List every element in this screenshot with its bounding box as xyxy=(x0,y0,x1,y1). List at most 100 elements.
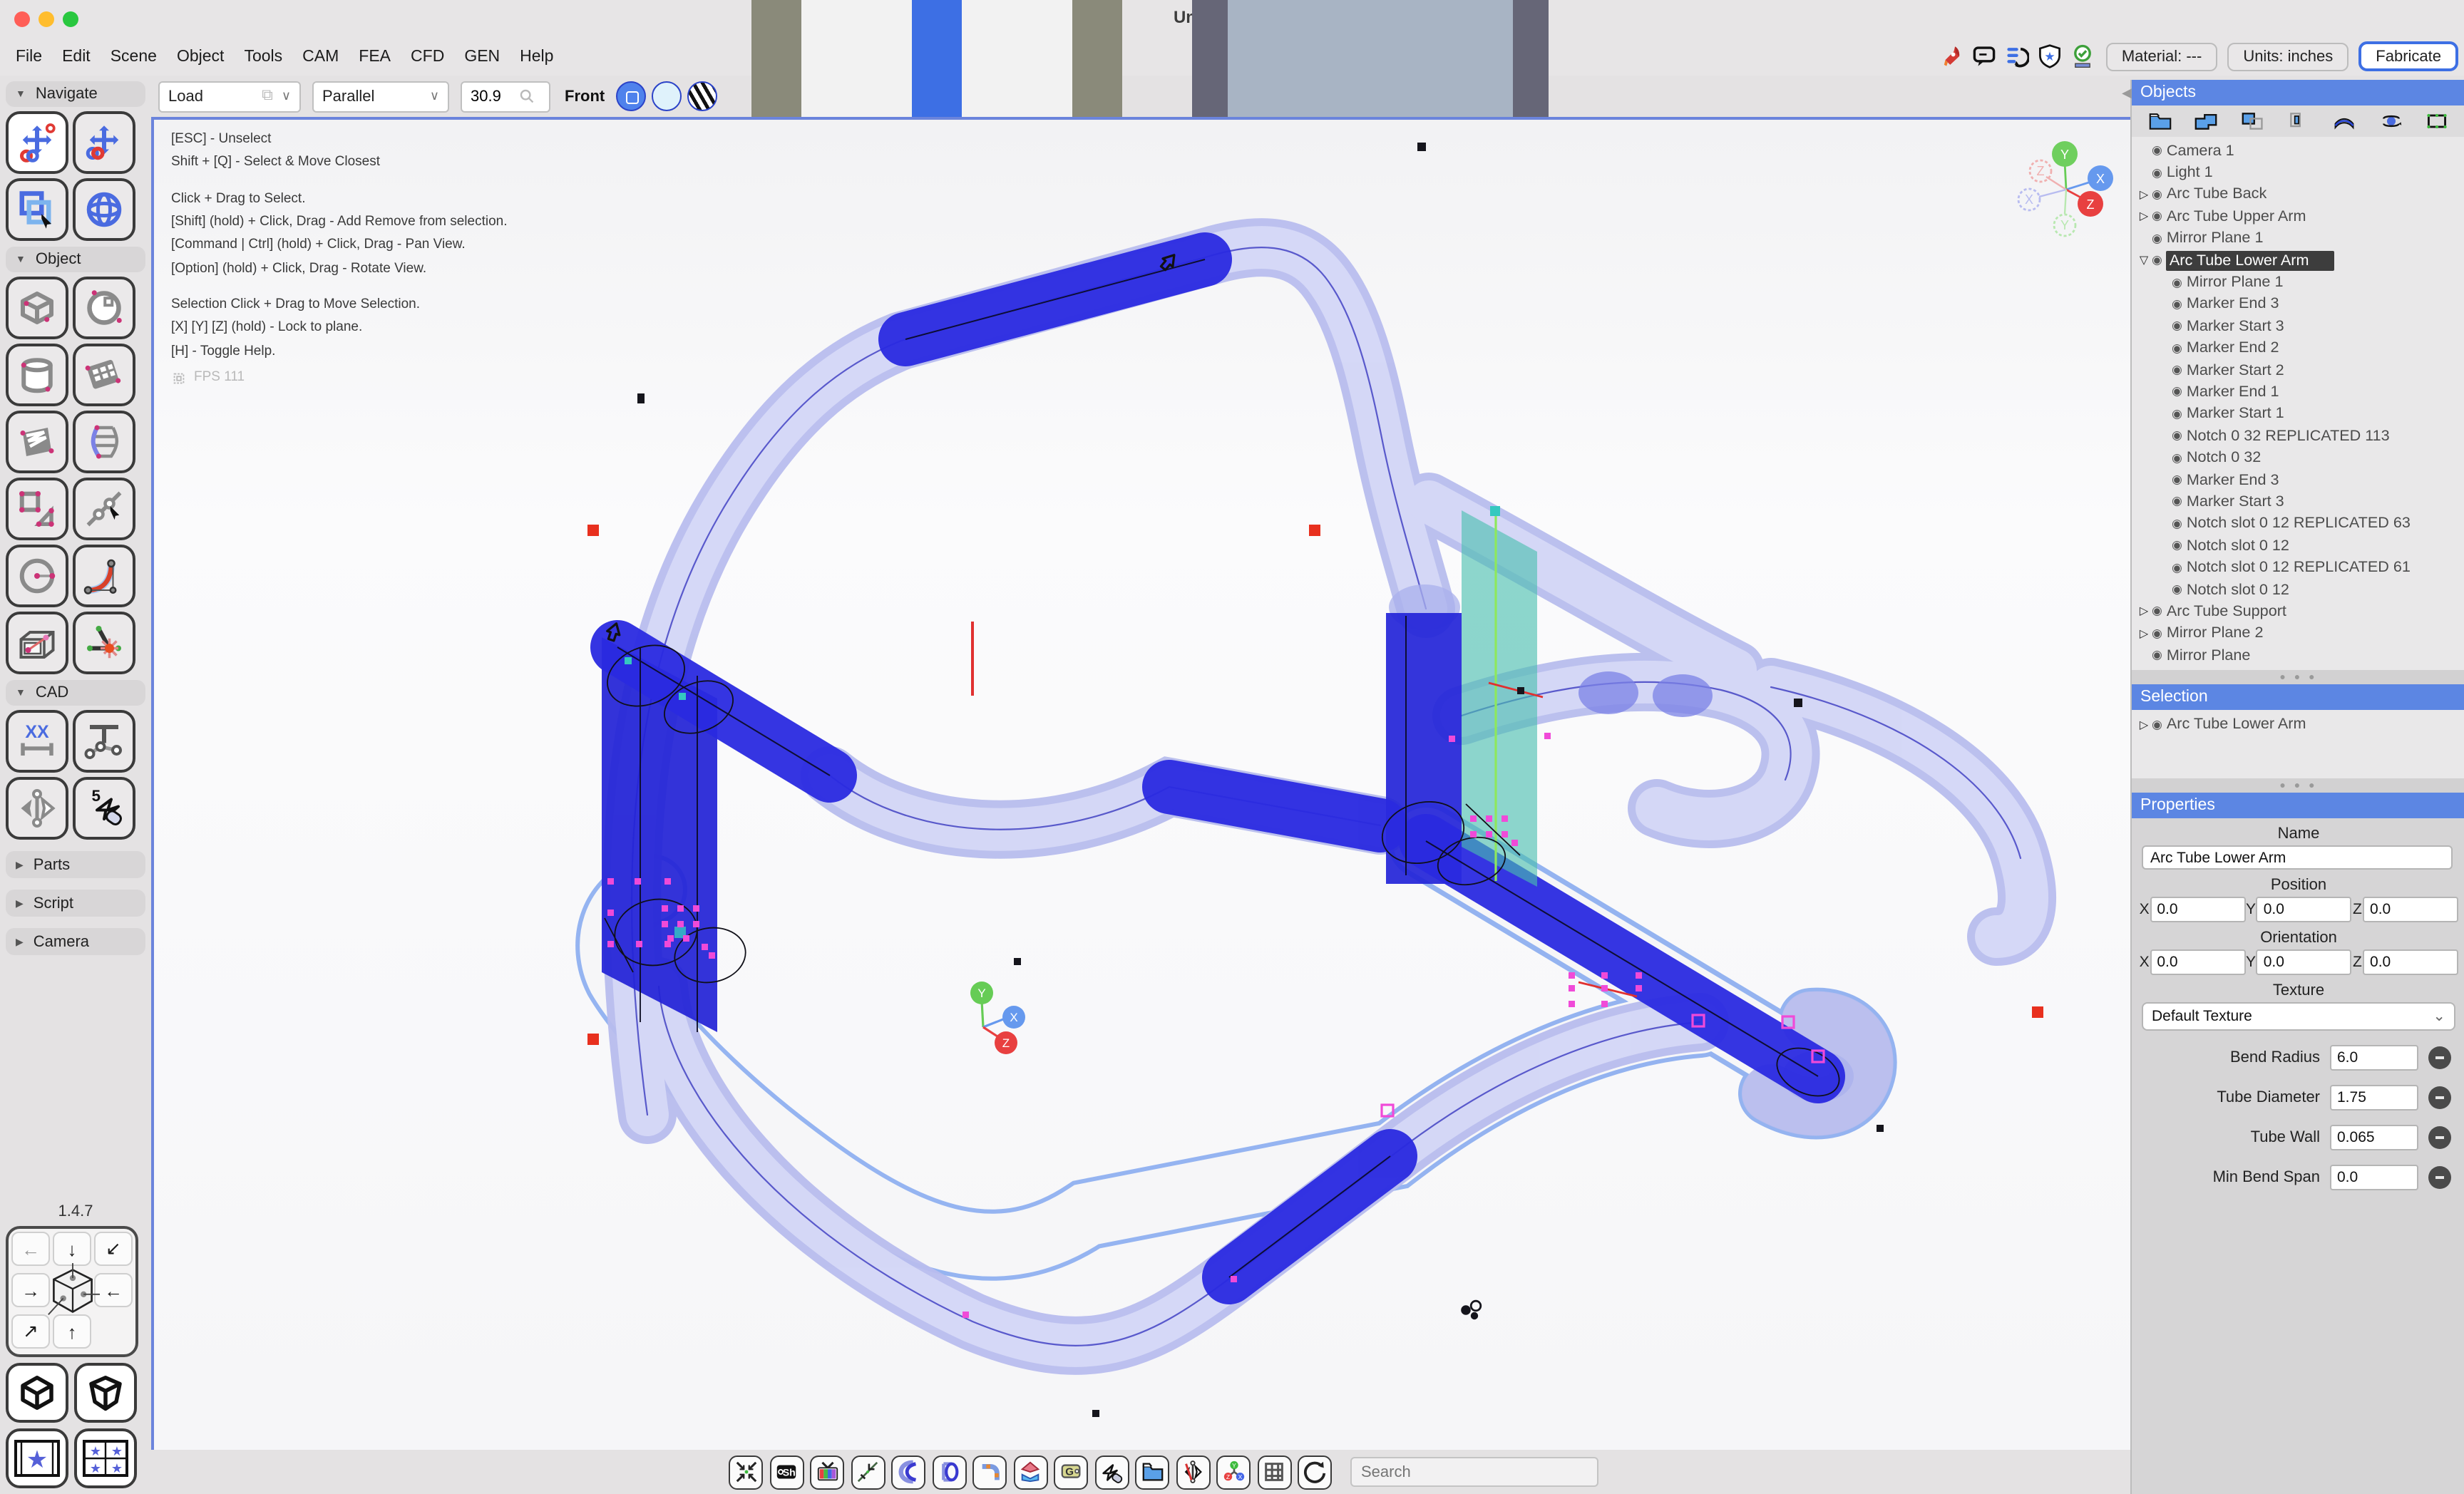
circle-tool[interactable] xyxy=(6,545,68,607)
cube-solid-view-icon[interactable] xyxy=(6,1363,68,1423)
menu-item[interactable]: Tools xyxy=(244,48,282,65)
param-knob[interactable] xyxy=(2428,1087,2451,1110)
tree-row[interactable]: ◉Notch slot 0 12 xyxy=(2132,579,2464,601)
nav-right-button[interactable]: → xyxy=(11,1273,50,1307)
name-input[interactable] xyxy=(2142,846,2453,870)
fit-view-icon[interactable] xyxy=(729,1455,763,1489)
menu-item[interactable]: GEN xyxy=(464,48,500,65)
panel-splitter[interactable]: ● ● ● xyxy=(2132,779,2464,793)
param-input[interactable] xyxy=(2330,1165,2418,1191)
tree-row[interactable]: ▷◉Mirror Plane 2 xyxy=(2132,622,2464,644)
texture-dropdown[interactable]: Default Texture⌄ xyxy=(2142,1003,2455,1031)
marquee-select-tool[interactable] xyxy=(6,178,68,241)
object-section[interactable]: ▼Object xyxy=(6,247,145,272)
mirror-off-icon[interactable] xyxy=(1176,1455,1210,1489)
zoom-field[interactable] xyxy=(461,81,550,112)
cube-persp-view-icon[interactable] xyxy=(74,1363,137,1423)
position-z-input[interactable] xyxy=(2363,897,2458,923)
cad-section[interactable]: ▼CAD xyxy=(6,680,145,706)
tree-row[interactable]: ◉Notch slot 0 12 REPLICATED 63 xyxy=(2132,512,2464,535)
origin-axis-gizmo[interactable]: Y X Z xyxy=(970,982,1025,1054)
mirror-tool[interactable] xyxy=(6,777,68,840)
material-button[interactable]: Material: --- xyxy=(2106,42,2217,71)
render-tv-icon[interactable] xyxy=(810,1455,844,1489)
view-orientation-gizmo[interactable]: Y X Z Z X Y xyxy=(2018,141,2113,236)
axis-xyz-icon[interactable]: YZX xyxy=(1216,1455,1251,1489)
tree-row[interactable]: ◉Camera 1 xyxy=(2132,140,2464,162)
param-input[interactable] xyxy=(2330,1046,2418,1071)
tree-row[interactable]: ◉Marker End 1 xyxy=(2132,381,2464,403)
tree-row[interactable]: ▷◉Arc Tube Upper Arm xyxy=(2132,205,2464,227)
tree-row[interactable]: ▽◉Arc Tube Lower Arm xyxy=(2132,249,2464,272)
nav-upright-button[interactable]: ↗ xyxy=(11,1314,50,1349)
grid-icon[interactable] xyxy=(1257,1455,1291,1489)
single-view-star-icon[interactable]: ★ xyxy=(6,1428,68,1488)
folder-icon[interactable] xyxy=(2149,111,2172,131)
revolve-icon[interactable] xyxy=(2379,111,2402,131)
nav-down-button[interactable]: ↓ xyxy=(53,1232,91,1266)
plain-sphere-icon[interactable] xyxy=(652,81,682,111)
collapsed-section-Parts[interactable]: ▶Parts xyxy=(6,851,145,878)
param-knob[interactable] xyxy=(2428,1127,2451,1150)
menu-item[interactable]: Edit xyxy=(62,48,91,65)
menu-item[interactable]: CAM xyxy=(302,48,339,65)
cylinder-o-icon[interactable] xyxy=(932,1455,966,1489)
shaded-sphere-icon[interactable] xyxy=(616,81,646,111)
zebra-sphere-icon[interactable] xyxy=(687,81,717,111)
menu-item[interactable]: Scene xyxy=(111,48,157,65)
fabricate-button[interactable]: Fabricate xyxy=(2358,41,2458,71)
box-tube-tool[interactable] xyxy=(6,612,68,674)
orbit-globe-tool[interactable] xyxy=(73,178,135,241)
shader-sh-icon[interactable]: Sh xyxy=(769,1455,804,1489)
orientation-cube[interactable] xyxy=(46,1263,100,1320)
tree-row[interactable]: ◉Notch slot 0 12 REPLICATED 61 xyxy=(2132,557,2464,579)
param-input[interactable] xyxy=(2330,1086,2418,1111)
chat-icon[interactable] xyxy=(1972,43,1998,69)
menu-item[interactable]: FEA xyxy=(359,48,391,65)
param-knob[interactable] xyxy=(2428,1047,2451,1070)
search-input[interactable] xyxy=(1350,1457,1598,1487)
replicate-5-tool[interactable]: 5 xyxy=(73,777,135,840)
position-x-input[interactable] xyxy=(2150,897,2245,923)
tree-row[interactable]: ◉Marker Start 2 xyxy=(2132,359,2464,381)
panel-splitter[interactable]: ● ● ● xyxy=(2132,671,2464,685)
spray-tool-icon[interactable] xyxy=(1094,1455,1129,1489)
group-icon[interactable] xyxy=(2195,111,2218,131)
cylinder-tool[interactable] xyxy=(6,344,68,406)
selection-row[interactable]: ▷◉Arc Tube Lower Arm xyxy=(2132,713,2464,736)
tree-row[interactable]: ◉Light 1 xyxy=(2132,162,2464,184)
tree-row[interactable]: ◉Marker Start 3 xyxy=(2132,315,2464,337)
surface-icon[interactable] xyxy=(2334,111,2356,131)
tree-row[interactable]: ▷◉Arc Tube Back xyxy=(2132,184,2464,206)
orientation-x-input[interactable] xyxy=(2150,950,2245,976)
tree-row[interactable]: ◉Marker Start 1 xyxy=(2132,403,2464,425)
bezier-tool[interactable] xyxy=(73,545,135,607)
menu-item[interactable]: Object xyxy=(177,48,225,65)
position-y-input[interactable] xyxy=(2257,897,2352,923)
sync-icon[interactable] xyxy=(2005,43,2031,69)
collapse-panel-icon[interactable]: ◀ xyxy=(2122,86,2132,101)
tree-row[interactable]: ◉Marker Start 3 xyxy=(2132,491,2464,513)
subtract-icon[interactable] xyxy=(2241,111,2264,131)
collapsed-section-Script[interactable]: ▶Script xyxy=(6,890,145,917)
tree-row[interactable]: ▷◉Arc Tube Support xyxy=(2132,600,2464,622)
rocket-icon[interactable] xyxy=(1939,43,1965,69)
mesh-plane-tool[interactable] xyxy=(6,411,68,473)
pan-select-tool[interactable] xyxy=(6,111,68,174)
tree-row[interactable]: ◉Mirror Plane xyxy=(2132,644,2464,666)
check-badge-icon[interactable] xyxy=(2070,43,2096,69)
navigate-section[interactable]: ▼Navigate xyxy=(6,81,145,107)
projection-dropdown[interactable]: Parallel ∨ xyxy=(312,81,449,112)
grid-plane-tool[interactable] xyxy=(73,344,135,406)
tree-row[interactable]: ◉Marker End 2 xyxy=(2132,337,2464,359)
folder2-icon[interactable] xyxy=(1135,1455,1169,1489)
tree-row[interactable]: ◉Notch 0 32 xyxy=(2132,447,2464,469)
pan-tool[interactable] xyxy=(73,111,135,174)
orientation-z-input[interactable] xyxy=(2363,950,2458,976)
nav-left-button[interactable]: ← xyxy=(11,1232,50,1266)
tube-corner-icon[interactable] xyxy=(972,1455,1007,1489)
orientation-y-input[interactable] xyxy=(2257,950,2352,976)
param-input[interactable] xyxy=(2330,1125,2418,1151)
axis-light-tool[interactable] xyxy=(73,612,135,674)
viewport-3d[interactable]: Y X Z Y X Z Z xyxy=(151,117,2133,1453)
